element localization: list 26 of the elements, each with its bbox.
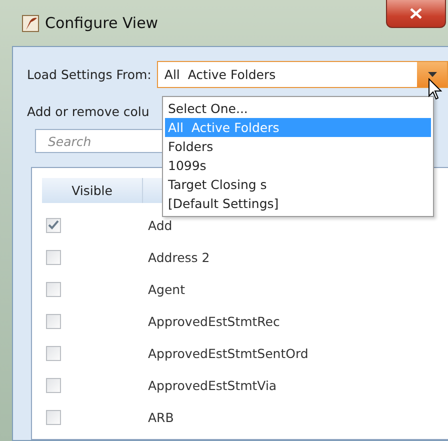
- load-settings-dropdown[interactable]: All Active Folders: [157, 61, 448, 88]
- load-settings-label: Load Settings From:: [27, 67, 152, 82]
- close-button[interactable]: [386, 0, 446, 28]
- dropdown-option[interactable]: 1099s: [165, 156, 431, 175]
- column-name: ARB: [148, 410, 174, 424]
- visible-checkbox[interactable]: [46, 314, 61, 328]
- visible-checkbox[interactable]: [46, 346, 61, 360]
- column-name: ApprovedEstStmtSentOrd: [148, 346, 308, 360]
- column-name: Agent: [148, 282, 185, 296]
- dropdown-option[interactable]: Target Closing s: [165, 175, 431, 194]
- visible-checkbox[interactable]: [46, 282, 61, 296]
- column-name: ApprovedEstStmtRec: [148, 314, 280, 328]
- close-icon: [410, 8, 422, 19]
- dropdown-option[interactable]: [Default Settings]: [165, 194, 431, 213]
- dropdown-option[interactable]: Select One...: [165, 99, 431, 118]
- visible-checkbox[interactable]: [46, 218, 61, 232]
- column-header[interactable]: Visible: [42, 178, 143, 203]
- columns-label: Add or remove colu: [27, 104, 150, 119]
- visible-checkbox[interactable]: [46, 410, 61, 424]
- column-name: Add: [148, 218, 172, 232]
- visible-checkbox[interactable]: [46, 378, 61, 392]
- app-icon: [22, 14, 39, 32]
- column-name: Address 2: [148, 250, 210, 264]
- visible-checkbox[interactable]: [46, 250, 61, 264]
- window-title: Configure View: [45, 14, 158, 32]
- column-name: ApprovedEstStmtVia: [148, 378, 277, 392]
